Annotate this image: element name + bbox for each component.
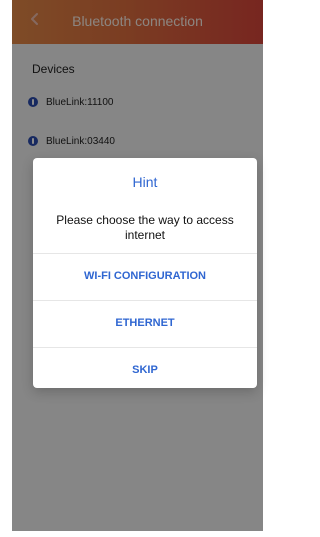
hint-dialog: Hint Please choose the way to access int… [33,158,257,388]
wifi-configuration-button[interactable]: WI-FI CONFIGURATION [33,254,257,298]
skip-button[interactable]: SKIP [33,348,257,392]
dialog-message: Please choose the way to access internet [56,213,234,242]
ethernet-button[interactable]: ETHERNET [33,301,257,345]
dialog-title: Hint [132,174,158,190]
